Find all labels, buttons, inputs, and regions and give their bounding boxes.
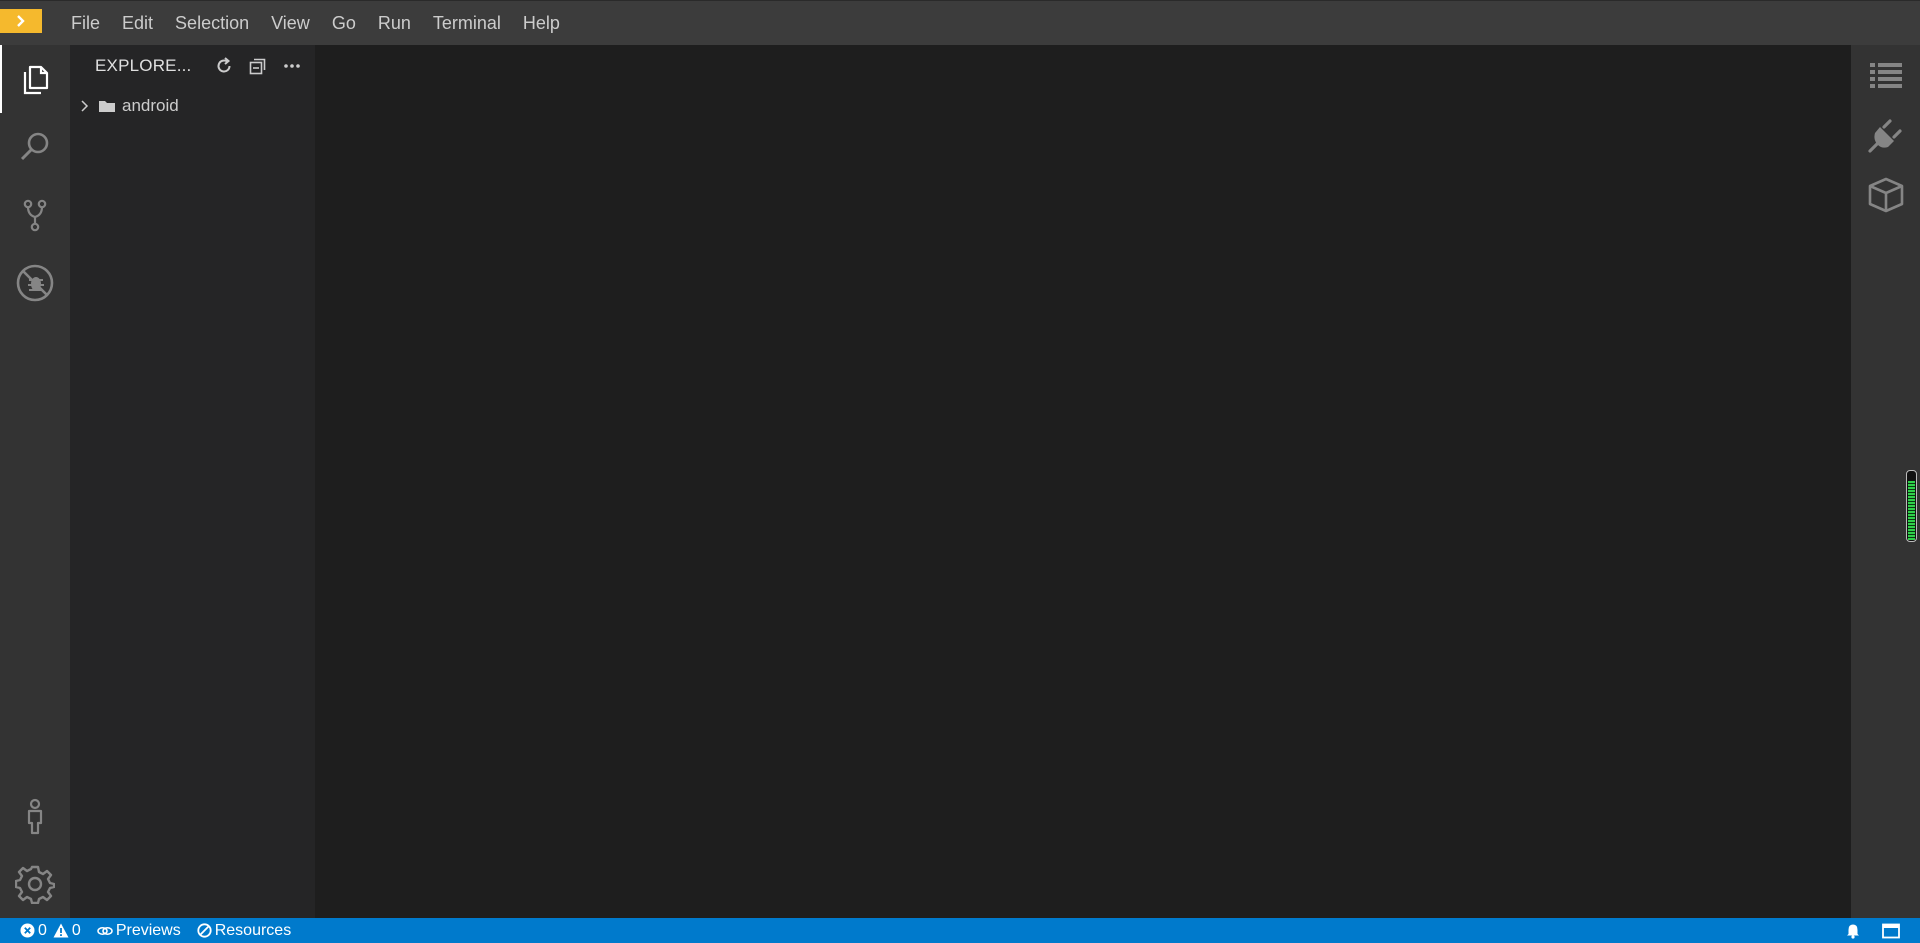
menu-selection[interactable]: Selection (164, 1, 260, 46)
level-meter-fill (1908, 480, 1915, 540)
panel-icon (1882, 923, 1900, 938)
more-icon (284, 64, 300, 68)
source-control-view-button[interactable] (0, 181, 70, 249)
menu-view[interactable]: View (260, 1, 321, 46)
search-icon (20, 132, 49, 161)
collapse-all-icon (249, 58, 266, 75)
warning-count: 0 (71, 921, 81, 939)
menu-edit[interactable]: Edit (111, 1, 164, 46)
refresh-button[interactable] (211, 53, 237, 79)
warning-icon (53, 923, 69, 938)
status-bar: 0 0 Previews Resources (0, 918, 1920, 943)
tree-item-folder[interactable]: android (70, 91, 315, 121)
debug-view-button[interactable] (0, 249, 70, 317)
resources-status[interactable]: Resources (197, 918, 291, 943)
notifications-button[interactable] (1838, 918, 1868, 943)
chevron-right-icon (17, 15, 25, 27)
app-logo[interactable] (0, 9, 42, 33)
resources-label: Resources (214, 921, 292, 939)
menu-run[interactable]: Run (367, 1, 422, 46)
outline-icon (1869, 63, 1902, 88)
debug-icon (16, 264, 54, 302)
plugin-icon (1867, 119, 1902, 153)
explorer-view-button[interactable] (0, 45, 70, 113)
manage-button[interactable] (0, 850, 70, 918)
menu-help[interactable]: Help (512, 1, 571, 46)
editor-area[interactable] (315, 45, 1851, 918)
menu-bar: File Edit Selection View Go Run Terminal… (0, 0, 1920, 45)
refresh-icon (217, 57, 231, 73)
problems-status[interactable]: 0 0 (20, 918, 81, 943)
files-icon (23, 65, 49, 95)
packages-button[interactable] (1851, 165, 1920, 225)
previews-status[interactable]: Previews (97, 918, 181, 943)
bell-icon (1847, 924, 1859, 939)
error-icon (20, 923, 35, 938)
block-icon (197, 923, 212, 938)
account-icon (27, 798, 43, 835)
activity-bar (0, 45, 70, 918)
gear-icon (15, 865, 55, 904)
explorer-header: EXPLORE... (70, 45, 315, 87)
account-button[interactable] (0, 783, 70, 851)
source-control-icon (23, 199, 47, 232)
level-meter (1906, 470, 1917, 542)
toggle-panel-button[interactable] (1876, 918, 1906, 943)
explorer-title: EXPLORE... (95, 56, 192, 75)
folder-icon (99, 101, 115, 112)
menu-terminal[interactable]: Terminal (422, 1, 512, 46)
menu-file[interactable]: File (60, 1, 111, 46)
menu-go[interactable]: Go (321, 1, 367, 46)
plugins-button[interactable] (1851, 105, 1920, 165)
package-icon (1868, 177, 1903, 213)
more-actions-button[interactable] (279, 53, 305, 79)
collapse-all-button[interactable] (245, 53, 271, 79)
explorer-sidebar: EXPLORE... android (70, 45, 315, 918)
search-view-button[interactable] (0, 113, 70, 181)
chevron-right-icon (81, 100, 89, 112)
previews-label: Previews (115, 921, 181, 939)
outline-button[interactable] (1851, 45, 1920, 105)
link-icon (97, 926, 113, 935)
tree-item-label: android (122, 96, 179, 115)
error-count: 0 (38, 921, 47, 939)
